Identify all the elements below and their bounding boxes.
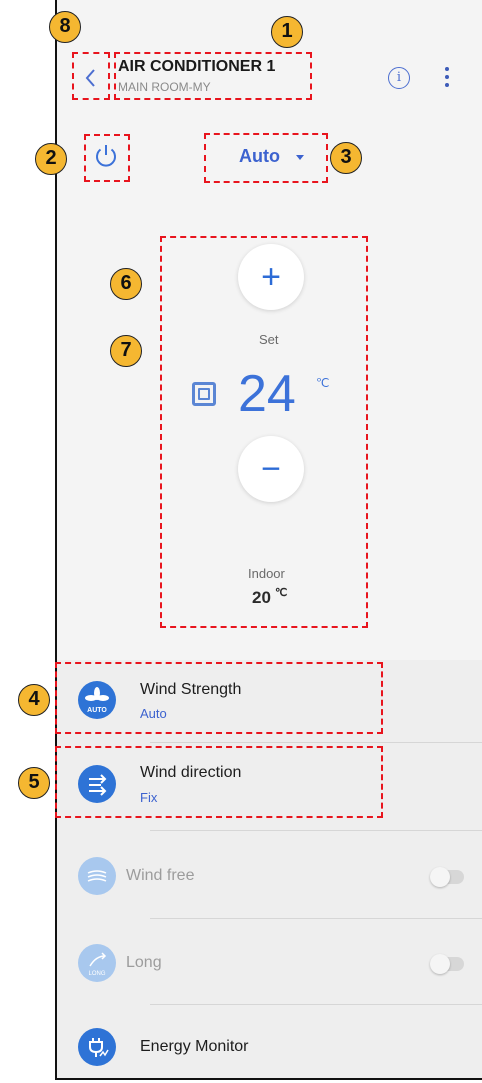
svg-text:LONG: LONG [88, 971, 105, 977]
more-options-icon[interactable] [445, 67, 449, 87]
wind-free-icon [78, 857, 116, 895]
long-reach-icon: LONG [78, 944, 116, 982]
annotation-badge: 6 [110, 268, 142, 300]
wind-free-title: Wind free [126, 867, 195, 884]
highlight-wind-direction [55, 746, 383, 818]
annotation-badge: 2 [35, 143, 67, 175]
divider [150, 742, 482, 743]
wind-free-toggle[interactable] [430, 867, 464, 887]
highlight-back [72, 52, 110, 100]
toggle-knob [430, 954, 450, 974]
annotation-badge: 7 [110, 335, 142, 367]
energy-monitor-row[interactable]: Energy Monitor [57, 1010, 482, 1080]
long-toggle[interactable] [430, 954, 464, 974]
info-icon[interactable]: i [388, 67, 410, 89]
annotation-badge: 5 [18, 767, 50, 799]
divider [150, 918, 482, 919]
highlight-power [84, 134, 130, 182]
energy-plug-icon [78, 1028, 116, 1066]
wind-free-row[interactable]: Wind free [57, 838, 482, 914]
long-row[interactable]: LONG Long [57, 924, 482, 1000]
annotation-badge: 8 [49, 11, 81, 43]
divider [150, 1004, 482, 1005]
highlight-temperature [160, 236, 368, 628]
long-title: Long [126, 954, 162, 971]
energy-monitor-title: Energy Monitor [140, 1038, 249, 1055]
highlight-title [114, 52, 312, 100]
annotation-badge: 3 [330, 142, 362, 174]
toggle-knob [430, 867, 450, 887]
highlight-mode [204, 133, 328, 183]
highlight-wind-strength [55, 662, 383, 734]
annotation-badge: 4 [18, 684, 50, 716]
divider [150, 830, 482, 831]
annotation-badge: 1 [271, 16, 303, 48]
